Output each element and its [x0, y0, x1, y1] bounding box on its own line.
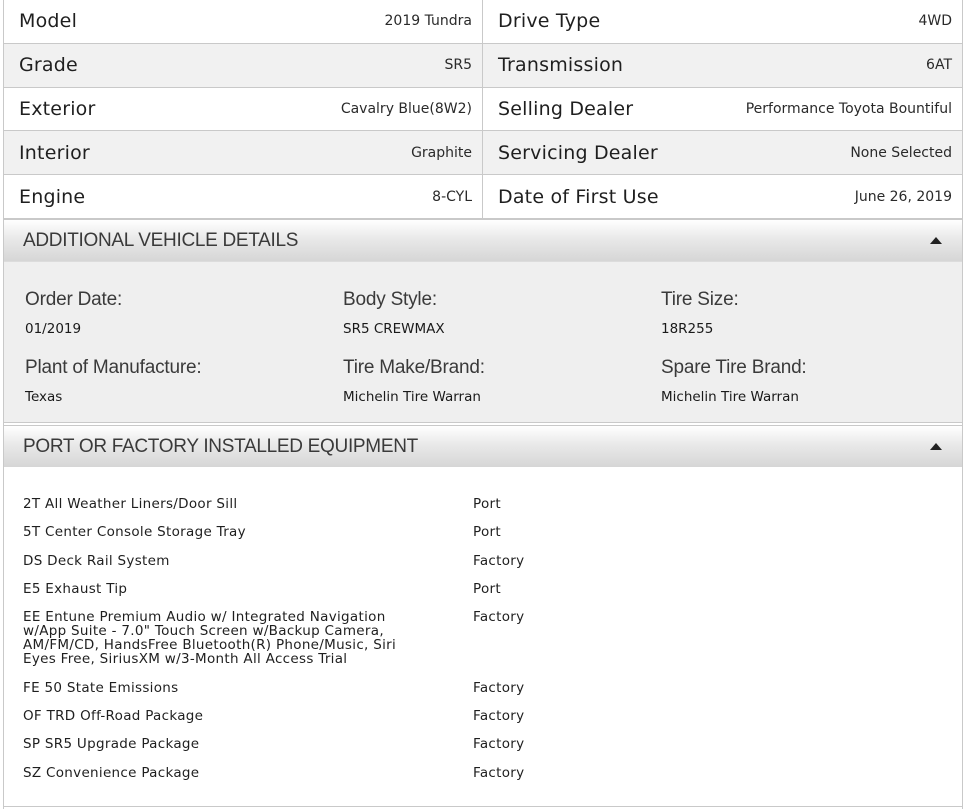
vehicle-details-panel: Model 2019 Tundra Drive Type 4WD Grade S…: [3, 0, 963, 809]
spec-date-of-first-use: Date of First Use June 26, 2019: [482, 175, 962, 219]
equipment-description: DS Deck Rail System: [23, 553, 170, 569]
caret-up-icon[interactable]: [930, 443, 942, 450]
equipment-type: Port: [473, 581, 501, 597]
detail-value: 18R255: [661, 321, 714, 337]
equipment-type: Factory: [473, 736, 525, 752]
spec-label: Transmission: [498, 54, 624, 77]
detail-value: 01/2019: [25, 321, 82, 337]
detail-tire-size: Tire Size: 18R255: [661, 289, 961, 337]
spec-engine: Engine 8-CYL: [4, 175, 482, 219]
spec-selling-dealer: Selling Dealer Performance Toyota Bounti…: [482, 87, 962, 132]
equipment-type: Port: [473, 496, 501, 512]
detail-value: SR5 CREWMAX: [343, 321, 445, 337]
caret-up-icon[interactable]: [930, 237, 942, 244]
detail-label: Spare Tire Brand:: [661, 357, 807, 378]
detail-label: Body Style:: [343, 289, 437, 310]
additional-details-header[interactable]: ADDITIONAL VEHICLE DETAILS: [4, 219, 962, 261]
spec-value: SR5: [444, 57, 472, 74]
spec-label: Model: [19, 10, 78, 33]
spec-grid: Model 2019 Tundra Drive Type 4WD Grade S…: [4, 0, 962, 219]
additional-details-body: Order Date: 01/2019 Body Style: SR5 CREW…: [4, 261, 962, 423]
equipment-type: Factory: [473, 765, 525, 781]
equipment-description: 5T Center Console Storage Tray: [23, 524, 246, 540]
detail-value: Michelin Tire Warran: [661, 389, 799, 405]
spec-label: Interior: [19, 141, 90, 164]
bottom-divider: [4, 806, 962, 807]
detail-value: Michelin Tire Warran: [343, 389, 481, 405]
detail-body-style: Body Style: SR5 CREWMAX: [343, 289, 643, 337]
spec-value: 4WD: [918, 13, 952, 30]
equipment-description: SZ Convenience Package: [23, 765, 200, 781]
spec-label: Grade: [19, 54, 78, 77]
spec-label: Date of First Use: [498, 185, 659, 208]
spec-grade: Grade SR5: [4, 43, 482, 88]
spec-interior: Interior Graphite: [4, 131, 482, 176]
detail-label: Order Date:: [25, 289, 123, 310]
spec-value: Graphite: [411, 144, 472, 161]
spec-label: Selling Dealer: [498, 97, 634, 120]
equipment-type: Factory: [473, 680, 525, 696]
spec-label: Engine: [19, 185, 86, 208]
spec-value: 6AT: [926, 57, 952, 74]
equipment-description: SP SR5 Upgrade Package: [23, 736, 200, 752]
section-title: ADDITIONAL VEHICLE DETAILS: [23, 229, 299, 251]
spec-value: 2019 Tundra: [384, 13, 472, 30]
detail-order-date: Order Date: 01/2019: [25, 289, 325, 337]
section-title: PORT OR FACTORY INSTALLED EQUIPMENT: [23, 435, 418, 457]
spec-transmission: Transmission 6AT: [482, 43, 962, 88]
spec-value: Cavalry Blue(8W2): [340, 100, 472, 117]
spec-label: Exterior: [19, 97, 96, 120]
spec-servicing-dealer: Servicing Dealer None Selected: [482, 131, 962, 176]
spec-value: 8-CYL: [432, 188, 472, 205]
equipment-description: 2T All Weather Liners/Door Sill: [23, 496, 238, 512]
equipment-description: E5 Exhaust Tip: [23, 581, 128, 597]
detail-spare-tire-brand: Spare Tire Brand: Michelin Tire Warran: [661, 357, 961, 405]
spec-exterior: Exterior Cavalry Blue(8W2): [4, 88, 482, 132]
equipment-type: Factory: [473, 553, 525, 569]
spec-label: Drive Type: [498, 10, 601, 33]
spec-drive-type: Drive Type 4WD: [482, 0, 962, 44]
detail-tire-make-brand: Tire Make/Brand: Michelin Tire Warran: [343, 357, 643, 405]
equipment-description: FE 50 State Emissions: [23, 680, 179, 696]
detail-label: Plant of Manufacture:: [25, 357, 202, 378]
equipment-list: 2T All Weather Liners/Door Sill Port 5T …: [4, 467, 962, 809]
spec-label: Servicing Dealer: [498, 141, 658, 164]
spec-value: June 26, 2019: [854, 188, 952, 205]
equipment-header[interactable]: PORT OR FACTORY INSTALLED EQUIPMENT: [4, 425, 962, 467]
detail-label: Tire Size:: [661, 289, 739, 310]
spec-model: Model 2019 Tundra: [4, 0, 482, 44]
detail-plant-of-manufacture: Plant of Manufacture: Texas: [25, 357, 325, 405]
spec-value: Performance Toyota Bountiful: [745, 100, 952, 117]
spec-value: None Selected: [850, 144, 952, 161]
equipment-type: Factory: [473, 708, 525, 724]
detail-value: Texas: [25, 389, 63, 405]
equipment-type: Factory: [473, 609, 525, 625]
equipment-description: OF TRD Off-Road Package: [23, 708, 204, 724]
equipment-type: Port: [473, 524, 501, 540]
equipment-description: EE Entune Premium Audio w/ Integrated Na…: [23, 609, 397, 667]
detail-label: Tire Make/Brand:: [343, 357, 485, 378]
